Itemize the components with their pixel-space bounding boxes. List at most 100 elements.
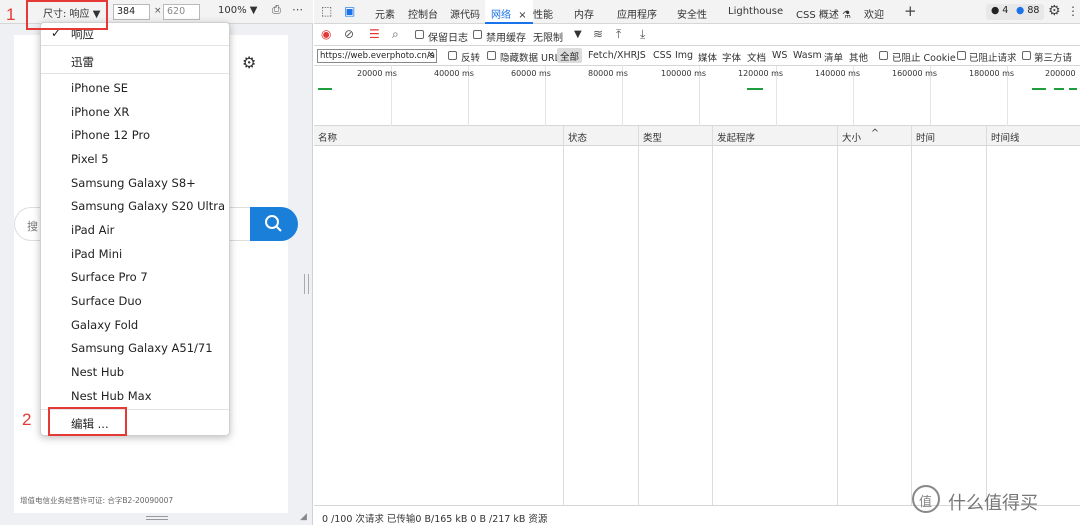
messages-badge[interactable]: ● 88: [1011, 4, 1045, 20]
height-input[interactable]: 620: [163, 4, 200, 20]
preserve-log-checkbox[interactable]: [415, 30, 424, 39]
more-options-icon[interactable]: ⋯: [292, 3, 303, 16]
column-type[interactable]: 类型: [643, 130, 662, 144]
menu-item-xunlei[interactable]: 迅雷: [71, 54, 94, 70]
tab-application[interactable]: 应用程序: [617, 6, 657, 21]
overview-tick-label: 160000 ms: [892, 69, 938, 78]
column-size[interactable]: 大小: [842, 130, 861, 144]
menu-item-device[interactable]: Nest Hub Max: [71, 389, 152, 403]
menu-item-device[interactable]: Surface Pro 7: [71, 270, 148, 284]
watermark-logo-char: 值: [919, 495, 933, 510]
column-divider[interactable]: [986, 126, 987, 505]
message-icon: ●: [1016, 5, 1025, 16]
menu-item-device[interactable]: iPad Mini: [71, 247, 122, 261]
menu-item-device[interactable]: iPad Air: [71, 223, 114, 237]
sort-chevron-icon[interactable]: ^: [871, 128, 879, 139]
filter-type-css[interactable]: CSS: [653, 50, 672, 61]
third-party-checkbox[interactable]: [1022, 51, 1031, 60]
rotate-icon[interactable]: ⎙: [272, 3, 281, 17]
column-initiator[interactable]: 发起程序: [717, 130, 755, 144]
tab-console[interactable]: 控制台: [408, 6, 438, 21]
issues-badge[interactable]: ● 4: [986, 4, 1014, 20]
column-divider[interactable]: [911, 126, 912, 505]
tab-performance[interactable]: 性能: [533, 6, 553, 21]
tab-welcome[interactable]: 欢迎: [864, 6, 884, 21]
corner-resize-icon[interactable]: ◢: [300, 512, 307, 522]
filter-type-doc[interactable]: 文档: [747, 50, 766, 64]
tab-lighthouse[interactable]: Lighthouse: [728, 6, 783, 17]
close-tab-icon[interactable]: ×: [518, 10, 526, 21]
tab-network[interactable]: 网络 ×: [485, 0, 533, 24]
column-divider[interactable]: [638, 126, 639, 505]
column-divider[interactable]: [837, 126, 838, 505]
device-toggle-icon[interactable]: ▣: [344, 4, 355, 18]
network-overview: 20000 ms 40000 ms 60000 ms 80000 ms 1000…: [314, 66, 1080, 126]
menu-item-device[interactable]: Samsung Galaxy S20 Ultra: [71, 199, 225, 213]
zoom-dropdown[interactable]: 100% ▼: [218, 5, 257, 16]
bottom-resize-handle[interactable]: [146, 516, 168, 520]
network-conditions-icon[interactable]: ≋: [593, 27, 603, 41]
add-tab-icon[interactable]: +: [904, 2, 917, 20]
waterfall-segment: [1069, 88, 1077, 90]
menu-item-device[interactable]: iPhone XR: [71, 105, 129, 119]
throttle-dropdown[interactable]: 无限制: [533, 29, 563, 44]
settings-gear-icon[interactable]: ⚙: [1048, 3, 1061, 19]
import-har-icon[interactable]: ⤒: [616, 27, 621, 42]
request-summary: 0 /100 次请求 已传输0 B/165 kB 0 B /217 kB 资源: [322, 514, 548, 525]
menu-item-device[interactable]: Samsung Galaxy A51/71: [71, 341, 213, 355]
column-divider[interactable]: [563, 126, 564, 505]
blocked-cookies-label: 已阻止 Cookie: [892, 53, 956, 64]
filter-type-font[interactable]: 字体: [722, 50, 741, 64]
blocked-cookies-checkbox[interactable]: [879, 51, 888, 60]
width-input[interactable]: 384: [113, 4, 150, 20]
filter-input[interactable]: https://web.everphoto.cn/a: [317, 49, 437, 63]
column-status[interactable]: 状态: [568, 130, 587, 144]
menu-item-device[interactable]: iPhone 12 Pro: [71, 128, 150, 142]
waterfall-segment: [747, 88, 763, 90]
disable-cache-checkbox[interactable]: [473, 30, 482, 39]
menu-item-device[interactable]: Samsung Galaxy S8+: [71, 176, 196, 190]
column-time[interactable]: 时间: [916, 130, 935, 144]
export-har-icon[interactable]: ⤓: [640, 27, 645, 42]
filter-icon[interactable]: ☰: [369, 27, 380, 41]
column-divider[interactable]: [712, 126, 713, 505]
search-icon[interactable]: ⌕: [392, 27, 399, 42]
tab-memory[interactable]: 内存: [574, 6, 594, 21]
filter-type-wasm[interactable]: Wasm: [793, 50, 822, 61]
invert-checkbox[interactable]: [448, 51, 457, 60]
filter-type-js[interactable]: JS: [637, 50, 646, 61]
filter-all-button[interactable]: 全部: [557, 48, 583, 63]
menu-item-device[interactable]: Pixel 5: [71, 152, 109, 166]
watermark: 值 什么值得买: [912, 485, 1072, 515]
column-waterfall[interactable]: 时间线: [991, 130, 1020, 144]
settings-gear-icon[interactable]: ⚙: [242, 53, 256, 72]
filter-type-fetch[interactable]: Fetch/XHR: [588, 50, 637, 61]
tab-elements[interactable]: 元素: [375, 6, 395, 21]
filter-type-ws[interactable]: WS: [772, 50, 787, 61]
inspect-element-icon[interactable]: ⬚: [321, 4, 332, 18]
hide-data-url-checkbox[interactable]: [487, 51, 496, 60]
filter-type-media[interactable]: 媒体: [698, 50, 717, 64]
record-icon[interactable]: ◉: [321, 27, 331, 41]
filter-type-img[interactable]: Img: [675, 50, 693, 61]
menu-separator: [41, 73, 229, 74]
disable-cache-label: 禁用缓存: [486, 33, 526, 44]
search-button[interactable]: [250, 207, 298, 241]
clear-filter-icon[interactable]: ×: [427, 50, 435, 60]
resize-handle[interactable]: [304, 274, 309, 294]
clear-icon[interactable]: ⊘: [344, 27, 354, 41]
filter-type-manifest[interactable]: 清单: [824, 50, 843, 64]
tab-security[interactable]: 安全性: [677, 6, 707, 21]
more-options-icon[interactable]: ⋮: [1067, 4, 1079, 18]
tab-sources[interactable]: 源代码: [450, 6, 480, 21]
menu-item-device[interactable]: Nest Hub: [71, 365, 124, 379]
menu-item-device[interactable]: iPhone SE: [71, 81, 128, 95]
filter-type-other[interactable]: 其他: [849, 50, 868, 64]
device-menu: ✓ 响应 迅雷 iPhone SE iPhone XR iPhone 12 Pr…: [40, 22, 230, 436]
blocked-requests-checkbox[interactable]: [957, 51, 966, 60]
menu-item-device[interactable]: Galaxy Fold: [71, 318, 138, 332]
menu-item-device[interactable]: Surface Duo: [71, 294, 142, 308]
column-name[interactable]: 名称: [318, 130, 337, 144]
chevron-down-icon[interactable]: ▼: [574, 29, 582, 40]
tab-css-overview[interactable]: CSS 概述 ⚗: [796, 6, 851, 21]
